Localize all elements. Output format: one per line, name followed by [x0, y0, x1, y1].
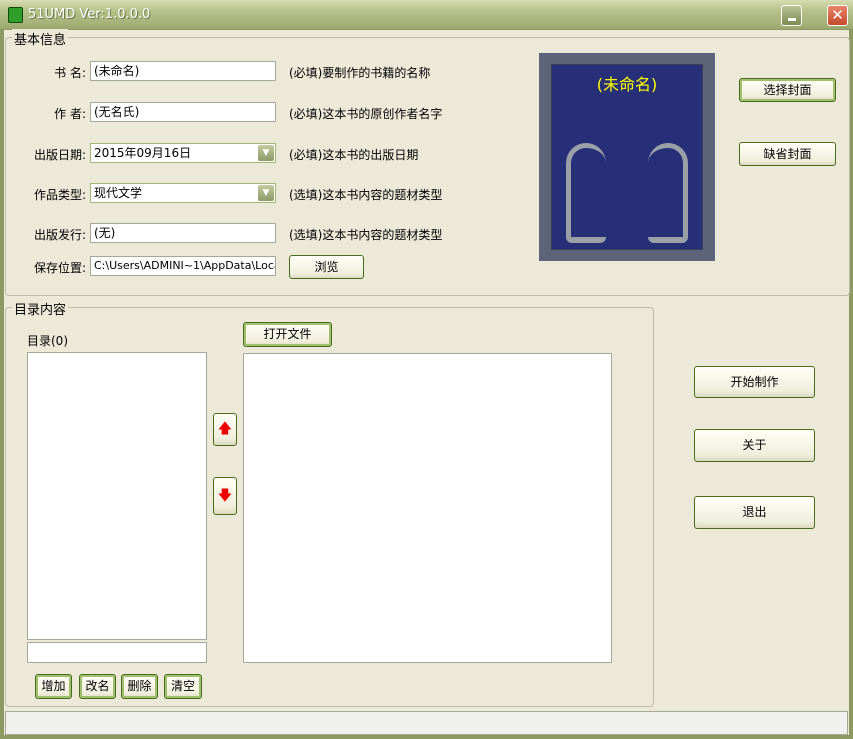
clear-button[interactable]: 清空 [164, 674, 202, 699]
arrow-up-icon: 🡅 [217, 421, 233, 437]
exit-button[interactable]: 退出 [694, 496, 815, 529]
start-button[interactable]: 开始制作 [694, 366, 815, 398]
move-down-button[interactable]: 🡇 [213, 477, 237, 515]
ornament-left [566, 143, 606, 243]
save-location-label: 保存位置: [33, 261, 86, 275]
save-location-input[interactable]: C:\Users\ADMINI~1\AppData\Local\T [90, 256, 276, 276]
cover-title: (未命名) [596, 75, 658, 94]
genre-value: 现代文学 [94, 186, 143, 200]
minimize-button[interactable] [781, 5, 802, 26]
delete-button[interactable]: 删除 [121, 674, 158, 699]
select-cover-button[interactable]: 选择封面 [739, 78, 836, 102]
close-button[interactable]: ✕ [827, 5, 848, 26]
ornament-right [648, 143, 688, 243]
arrow-down-icon: 🡇 [217, 488, 233, 504]
move-up-button[interactable]: 🡅 [213, 413, 237, 446]
genre-select[interactable]: 现代文学 ▼ [90, 183, 276, 203]
genre-hint: (选填)这本书内容的题材类型 [289, 188, 443, 202]
chevron-down-icon[interactable]: ▼ [258, 185, 274, 201]
publisher-input[interactable]: (无) [90, 223, 276, 243]
toc-name-input[interactable] [27, 642, 207, 663]
genre-label: 作品类型: [33, 188, 86, 202]
rename-button[interactable]: 改名 [79, 674, 116, 699]
date-label: 出版日期: [33, 148, 86, 162]
status-bar [5, 711, 848, 735]
browse-button[interactable]: 浏览 [289, 255, 364, 279]
publisher-label: 出版发行: [33, 228, 86, 242]
author-label: 作 者: [54, 107, 86, 121]
about-button[interactable]: 关于 [694, 429, 815, 462]
app-icon [8, 7, 23, 23]
author-input[interactable]: (无名氏) [90, 102, 276, 122]
toc-list[interactable] [27, 352, 207, 640]
title-bar[interactable]: 51UMD Ver:1.0.0.0 ✕ [0, 0, 853, 30]
content-textarea[interactable] [243, 353, 612, 663]
title-input[interactable]: (未命名) [90, 61, 276, 81]
cover-image: (未命名) [539, 53, 715, 261]
add-button[interactable]: 增加 [35, 674, 72, 699]
chevron-down-icon[interactable]: ▼ [258, 145, 274, 161]
toc-list-label: 目录(0) [27, 334, 68, 348]
publisher-hint: (选填)这本书内容的题材类型 [289, 228, 443, 242]
open-file-button[interactable]: 打开文件 [243, 322, 332, 347]
title-hint: (必填)要制作的书籍的名称 [289, 66, 431, 80]
date-picker[interactable]: 2015年09月16日 ▼ [90, 143, 276, 163]
title-label: 书 名: [54, 66, 86, 80]
author-hint: (必填)这本书的原创作者名字 [289, 107, 443, 121]
window-title: 51UMD Ver:1.0.0.0 [28, 7, 151, 22]
date-hint: (必填)这本书的出版日期 [289, 148, 419, 162]
basic-info-label: 基本信息 [12, 29, 69, 48]
toc-group-label: 目录内容 [12, 299, 69, 318]
default-cover-button[interactable]: 缺省封面 [739, 142, 836, 166]
date-value: 2015年09月16日 [94, 146, 192, 160]
